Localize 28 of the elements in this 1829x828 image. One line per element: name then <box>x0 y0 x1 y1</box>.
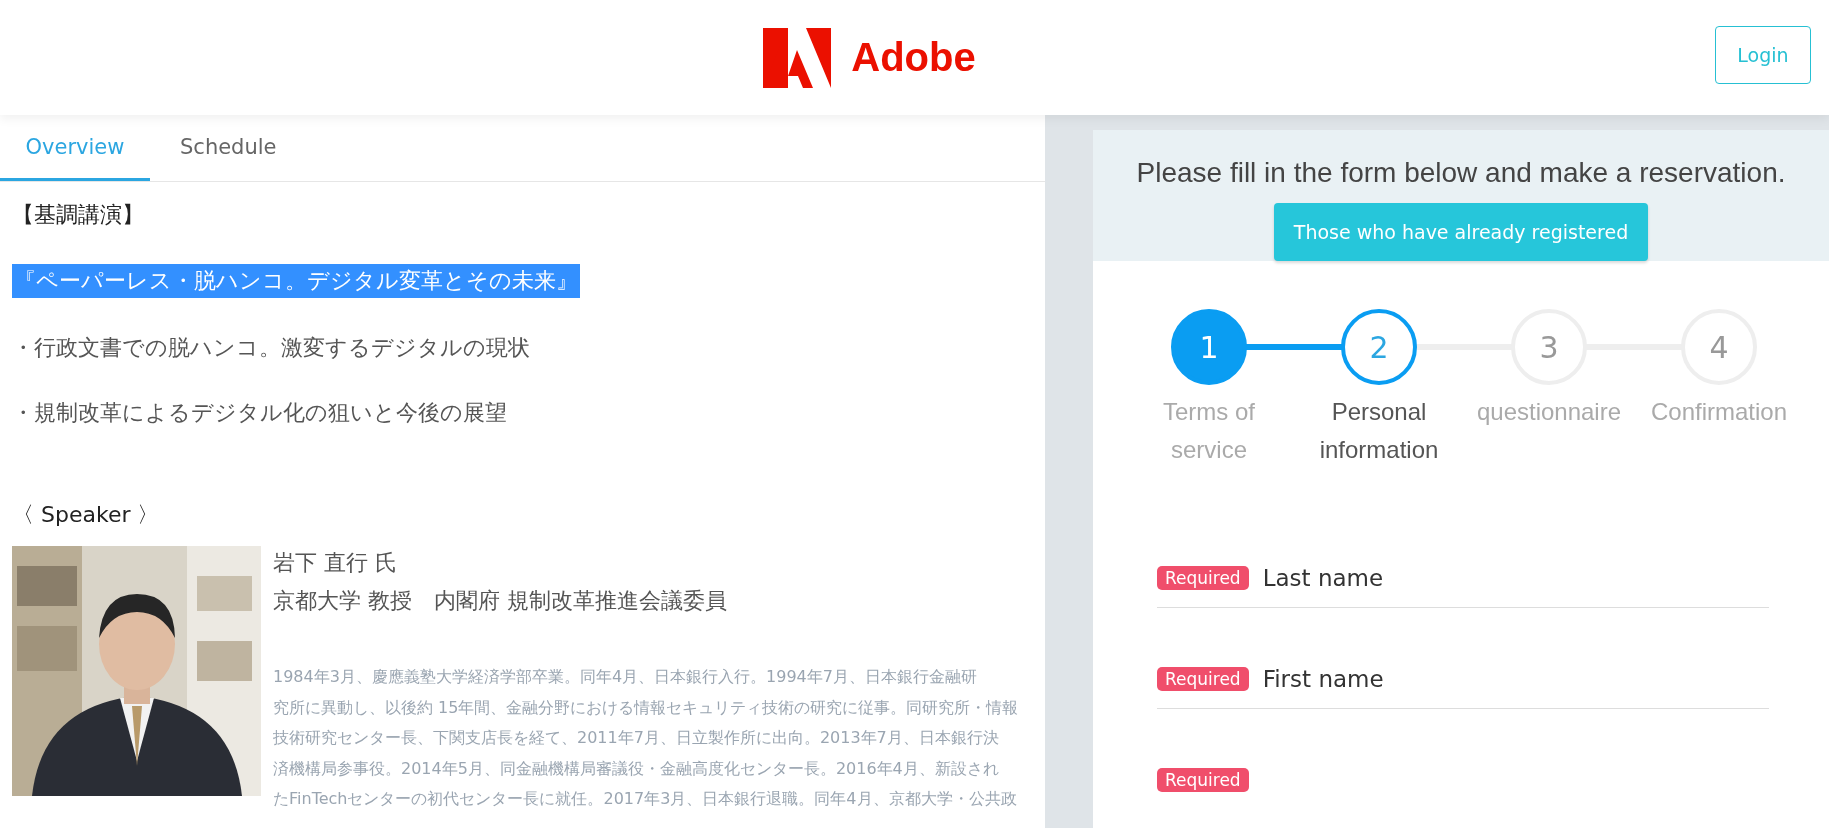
step-circle: 4 <box>1681 309 1757 385</box>
speaker-affiliation: 京都大学 教授 内閣府 規制改革推進会議委員 <box>273 587 728 615</box>
speaker-name: 岩下 直行 氏 <box>273 549 398 577</box>
logo-icon <box>763 27 832 88</box>
required-badge: Required <box>1157 566 1249 590</box>
field-label: First name <box>1262 666 1384 692</box>
speaker-bio: 1984年3月、慶應義塾大学経済学部卒業。同年4月、日本銀行入行。1994年7月、日本銀行金融研 究所に異動し、以後約 15年間、金融分野における情報セキュリティ技術の研究に従事。同研究所・情報 技術研究センター長、下関支店長を経て、2011年7月、日立製作所に出向。2013年7月、日本銀行決 済機構局参事役。2014年5月、同金融機構局審議役・金融高度化センター長。2016年4月、新設され たFinTechセンターの初代センター長に就任。2017年3月、日本銀行退職。同年4月、京都大学・公共政 <box>273 666 1019 810</box>
tab[interactable]: Overview <box>0 115 150 181</box>
keynote-point: ・規制改革によるデジタル化の狙いと今後の展望 <box>12 399 508 427</box>
tab[interactable]: Schedule <box>158 115 299 181</box>
field-label: Last name <box>1262 565 1384 591</box>
required-badge: Required <box>1157 667 1249 691</box>
speaker-heading: 〈 Speaker 〉 <box>12 501 161 529</box>
keynote-point: ・行政文書での脱ハンコ。激変するデジタルの現状 <box>12 334 531 362</box>
registered-button[interactable]: Those who have already registered <box>1273 203 1649 261</box>
keynote-title: 『ペーパーレス・脱ハンコ。デジタル変革とその未来』 <box>12 264 580 298</box>
required-badge: Required <box>1157 768 1249 792</box>
step-label: Personal information <box>1318 397 1440 465</box>
step-circle: 1 <box>1171 309 1247 385</box>
step-circle: 2 <box>1341 309 1417 385</box>
step-label: questionnaire <box>1476 397 1622 427</box>
logo-text: Adobe <box>851 35 976 80</box>
keynote-heading: 【基調講演】 <box>12 201 145 229</box>
step-circle: 3 <box>1511 309 1587 385</box>
login-button[interactable]: Login <box>1715 26 1811 84</box>
step-label: Confirmation <box>1650 397 1788 427</box>
reservation-prompt: Please fill in the form below and make a reservation. <box>1136 157 1786 189</box>
step-label: Terms of service <box>1162 397 1256 465</box>
